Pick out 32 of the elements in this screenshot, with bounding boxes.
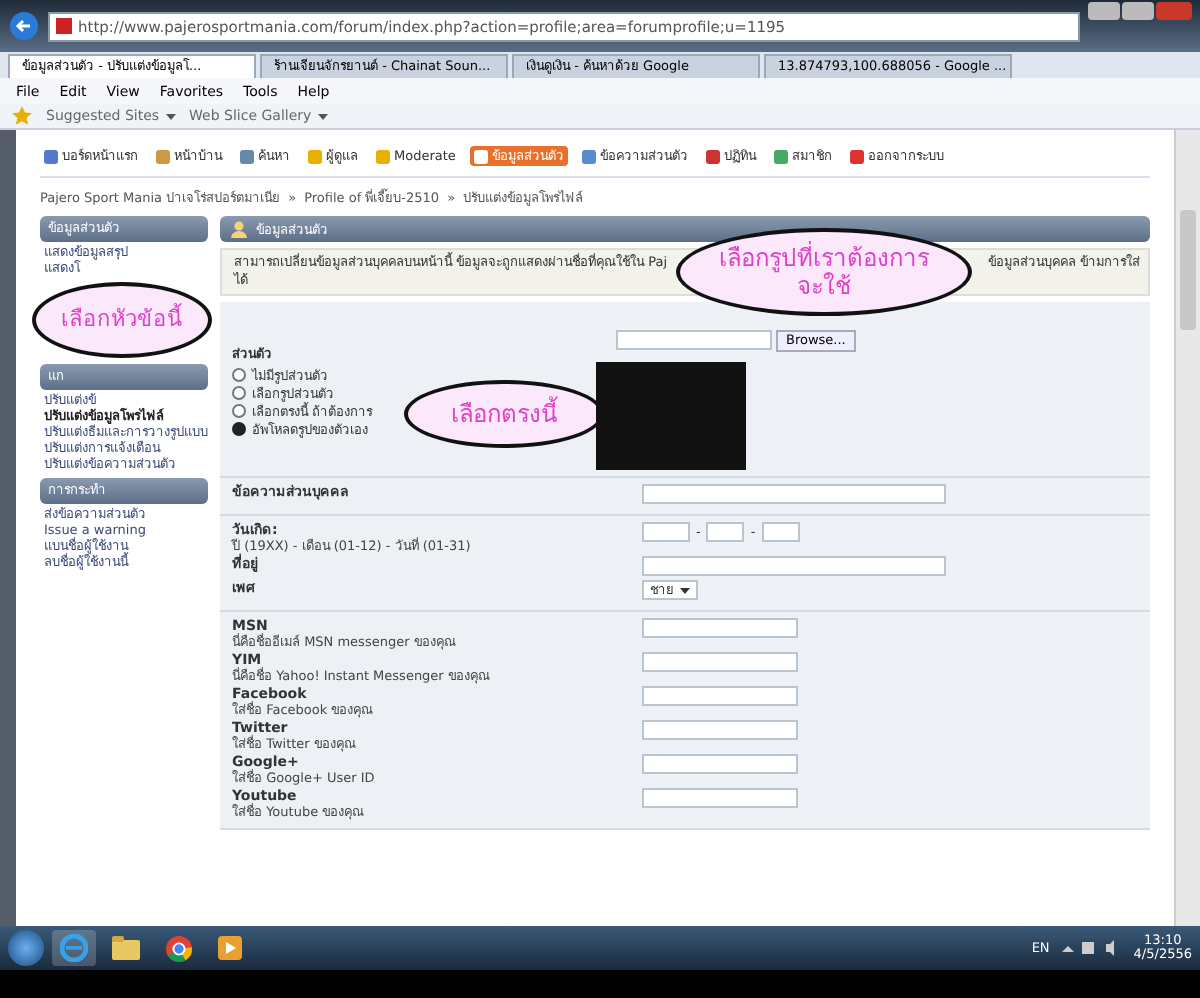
caret-icon bbox=[680, 587, 690, 593]
nav-icon bbox=[773, 149, 788, 163]
radio-button[interactable] bbox=[232, 422, 246, 436]
radio-button[interactable] bbox=[232, 368, 246, 382]
start-button[interactable] bbox=[8, 930, 44, 966]
text-field[interactable] bbox=[642, 788, 798, 808]
nav-icon bbox=[44, 149, 58, 163]
scrollbar[interactable] bbox=[1174, 130, 1200, 926]
file-path-field[interactable] bbox=[616, 330, 772, 350]
year-field[interactable] bbox=[642, 522, 690, 542]
window-controls-icon[interactable] bbox=[1088, 2, 1192, 22]
nav-icon bbox=[581, 149, 596, 163]
radio-button[interactable] bbox=[232, 404, 246, 418]
text-field[interactable] bbox=[642, 484, 946, 504]
day-field[interactable] bbox=[761, 522, 800, 542]
text-field[interactable] bbox=[642, 618, 798, 638]
text-field[interactable] bbox=[642, 686, 798, 706]
nav-icon bbox=[705, 149, 720, 163]
caret-icon[interactable] bbox=[317, 113, 328, 119]
user-icon bbox=[230, 220, 248, 238]
site-icon bbox=[56, 18, 72, 34]
back-button[interactable] bbox=[8, 10, 40, 42]
speech-bubble: เลือกหัวข้อนี้ bbox=[32, 282, 212, 358]
text-field[interactable] bbox=[642, 652, 798, 672]
text-field[interactable] bbox=[642, 720, 798, 740]
text-field[interactable] bbox=[642, 556, 946, 576]
text-field[interactable] bbox=[642, 754, 798, 774]
caret-icon[interactable] bbox=[165, 113, 176, 119]
month-field[interactable] bbox=[706, 522, 745, 542]
radio-button[interactable] bbox=[232, 386, 246, 400]
nav-icon bbox=[849, 149, 864, 163]
nav-icon bbox=[473, 149, 488, 163]
